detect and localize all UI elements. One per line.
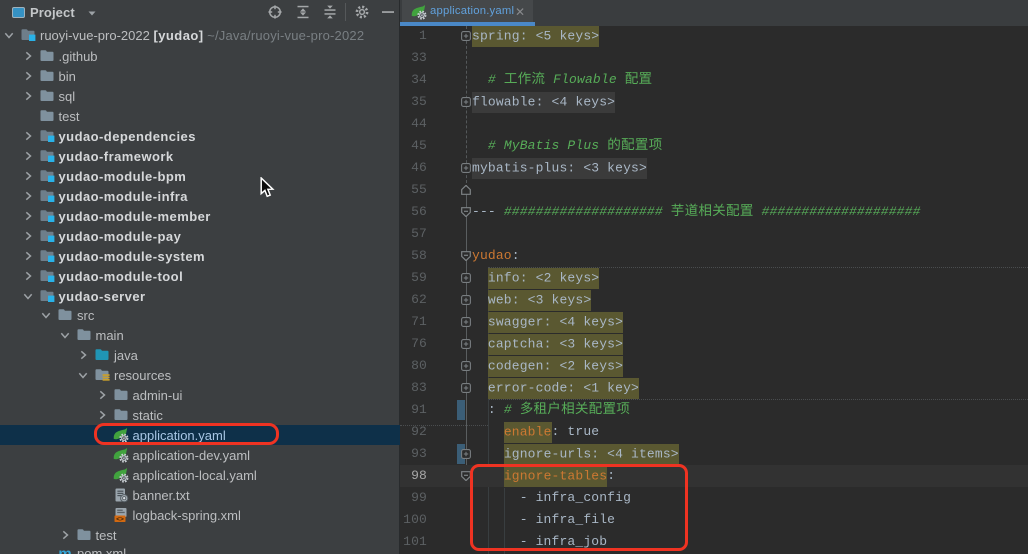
svg-text:m: m	[58, 546, 71, 554]
svg-text:<>: <>	[116, 516, 124, 523]
